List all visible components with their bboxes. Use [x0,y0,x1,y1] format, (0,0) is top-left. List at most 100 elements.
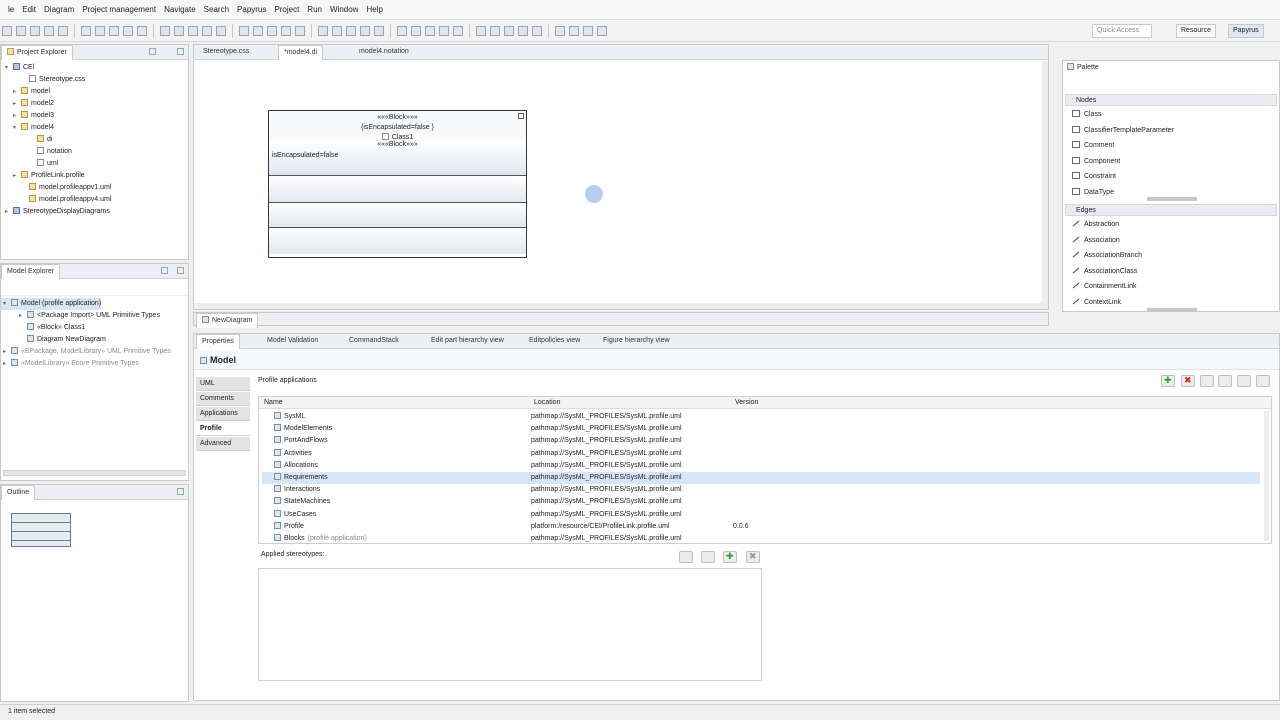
toolbar-button-icon[interactable] [188,26,198,36]
table-row[interactable]: Allocations pathmap://SysML_PROFILES/SysM… [262,460,1260,472]
toolbar-button-icon[interactable] [95,26,105,36]
palette-scroll[interactable] [1147,197,1197,201]
minimize-icon[interactable] [161,267,168,274]
menu-5[interactable]: Search [204,0,229,20]
menu-1[interactable]: Edit [22,0,36,20]
refresh-profile-button[interactable] [1200,375,1214,387]
maximize-icon[interactable] [177,488,184,495]
vertical-scrollbar[interactable] [1042,61,1048,309]
block-compartment-2[interactable] [269,176,526,203]
expand-icon[interactable]: ▸ [19,310,27,322]
project-tree-item[interactable]: ▸ model2 [1,98,54,110]
model-tree-item[interactable]: ▸ «EPackage, ModelLibrary» UML Primitive … [1,346,171,358]
table-row[interactable]: Activities pathmap://SysML_PROFILES/SysML… [262,448,1260,460]
toolbar-button-icon[interactable] [597,26,607,36]
toolbar-button-icon[interactable] [332,26,342,36]
toolbar-button-icon[interactable] [397,26,407,36]
toolbar-button-icon[interactable] [44,26,54,36]
menu-3[interactable]: Project management [82,0,156,20]
table-row[interactable]: Requirements pathmap://SysML_PROFILES/Sys… [262,472,1260,484]
project-tree-item[interactable]: ▸ ProfileLink.profile [1,170,85,182]
tab-model-explorer[interactable]: Model Explorer [1,264,61,279]
table-row[interactable]: StateMachines pathmap://SysML_PROFILES/Sy… [262,496,1260,508]
palette-node-item[interactable]: Comment [1072,139,1114,153]
minimize-icon[interactable] [149,48,156,55]
toolbar-button-icon[interactable] [137,26,147,36]
palette-node-item[interactable]: Component [1072,155,1120,169]
toolbar-button-icon[interactable] [346,26,356,36]
tab-editor-2[interactable]: model4.notation [354,45,414,59]
table-row[interactable]: Interactions pathmap://SysML_PROFILES/Sys… [262,484,1260,496]
toolbar-button-icon[interactable] [569,26,579,36]
tab-bottom-5[interactable]: Figure hierarchy view [598,334,675,348]
tab-new-diagram[interactable]: NewDiagram [196,313,259,328]
table-row[interactable]: Profile platform:/resource/CEl/ProfileLin… [262,521,1260,533]
toolbar-button-icon[interactable] [16,26,26,36]
expand-icon[interactable]: ▸ [5,206,13,218]
project-tree-item[interactable]: uml [1,158,58,170]
palette-edges-drawer[interactable]: Edges [1065,204,1277,216]
toolbar-button-icon[interactable] [81,26,91,36]
move-up-button[interactable] [679,551,693,563]
block-class1[interactable]: «««Block»»» {isEncapsulated=false } Clas… [268,110,527,258]
toolbar-button-icon[interactable] [374,26,384,36]
table-row[interactable]: Blocks (profile application) pathmap://Sys… [262,533,1260,545]
maximize-icon[interactable] [177,48,184,55]
toolbar-button-icon[interactable] [30,26,40,36]
browse-profile-button[interactable] [1218,375,1232,387]
outline-thumbnail[interactable] [11,513,71,547]
move-down-button[interactable] [701,551,715,563]
menu-7[interactable]: Project [274,0,299,20]
palette-nodes-drawer[interactable]: Nodes [1065,94,1277,106]
expand-icon[interactable]: ▸ [13,98,21,110]
side-tab-3[interactable]: Profile [196,422,250,436]
horizontal-scrollbar[interactable] [194,303,1042,309]
side-tab-2[interactable]: Applications [196,407,250,421]
project-tree-item[interactable]: notation [1,146,72,158]
model-tree-item[interactable]: ▸ <Package Import> UML Primitive Types [1,310,160,322]
menu-4[interactable]: Navigate [164,0,196,20]
table-row[interactable]: PortAndFlows pathmap://SysML_PROFILES/Sys… [262,435,1260,447]
add-profile-button[interactable]: ✚ [1161,375,1175,387]
project-tree-item[interactable]: ▾ CEl [1,62,34,74]
menu-0[interactable]: le [8,0,14,20]
tab-editor-0[interactable]: Stereotype.css [198,45,254,59]
toolbar-button-icon[interactable] [583,26,593,36]
toolbar-button-icon[interactable] [476,26,486,36]
menu-8[interactable]: Run [307,0,322,20]
block-compartment-1[interactable]: «««Block»»» isEncapsulated=false [269,141,526,176]
remove-profile-button[interactable]: ✖ [1181,375,1195,387]
remove-stereotype-button[interactable]: ✖ [746,551,760,563]
expand-open-icon[interactable]: ▾ [5,62,13,74]
table-row[interactable]: ModelElements pathmap://SysML_PROFILES/Sy… [262,423,1260,435]
model-tree-item[interactable]: ▸ «ModelLibrary» Ecore Primitive Types [1,358,139,370]
project-tree-item[interactable]: ▸ model [1,86,50,98]
expand-icon[interactable]: ▸ [13,170,21,182]
expand-icon[interactable]: ▸ [3,358,11,370]
palette-edge-item[interactable]: ContainmentLink [1072,280,1137,294]
horizontal-scrollbar[interactable] [3,470,186,476]
expand-icon[interactable]: ▸ [13,110,21,122]
table-row[interactable]: UseCases pathmap://SysML_PROFILES/SysML.p… [262,509,1260,521]
perspective-resource-button[interactable]: Resource [1176,24,1216,38]
project-tree-item[interactable]: ▸ StereotypeDisplayDiagrams [1,206,110,218]
toolbar-button-icon[interactable] [2,26,12,36]
block-compartment-4[interactable] [269,228,526,254]
palette-edge-item[interactable]: AssociationClass [1072,265,1137,279]
tab-outline[interactable]: Outline [1,485,36,500]
palette-edge-item[interactable]: AssociationBranch [1072,249,1142,263]
toolbar-button-icon[interactable] [411,26,421,36]
column-location[interactable]: Location [534,397,560,409]
toolbar-button-icon[interactable] [174,26,184,36]
toolbar-button-icon[interactable] [295,26,305,36]
toolbar-button-icon[interactable] [453,26,463,36]
table-row[interactable]: SysML pathmap://SysML_PROFILES/SysML.prof… [262,411,1260,423]
side-tab-1[interactable]: Comments [196,392,250,406]
project-tree-item[interactable]: ▾ model4 [1,122,54,134]
toolbar-button-icon[interactable] [216,26,226,36]
tab-bottom-4[interactable]: Editpolicies view [524,334,585,348]
expand-open-icon[interactable]: ▾ [13,122,21,134]
side-tab-0[interactable]: UML [196,377,250,391]
palette-edge-item[interactable]: Abstraction [1072,218,1119,232]
expand-icon[interactable]: ▸ [3,346,11,358]
